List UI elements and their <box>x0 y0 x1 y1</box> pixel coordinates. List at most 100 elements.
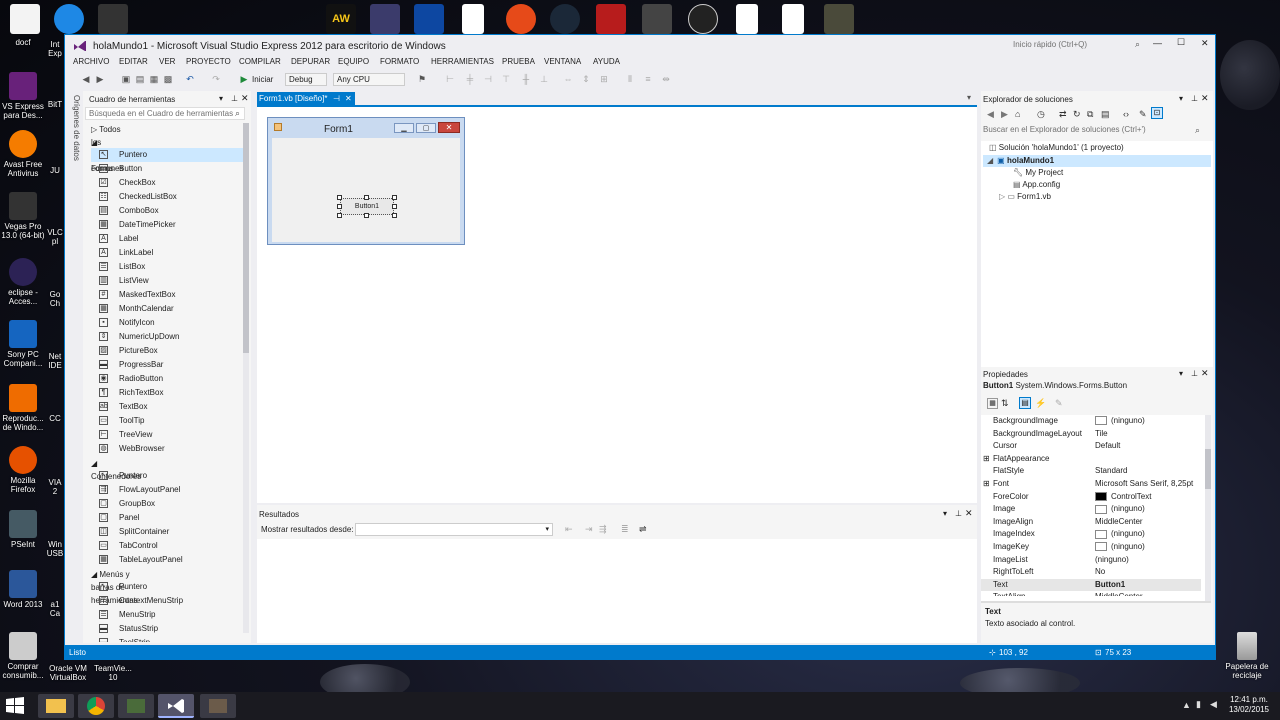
designer-surface[interactable]: Form1 ▁ ▢ ✕ Button1 <box>257 107 977 503</box>
property-value[interactable]: Default <box>1095 440 1120 452</box>
toolbox-item-listview[interactable]: ▥ ListView <box>91 274 243 288</box>
show-all-icon[interactable]: ▤ <box>1101 109 1110 120</box>
property-row-text[interactable]: Text Button1 <box>981 578 1201 591</box>
solution-search-input[interactable]: Buscar en el Explorador de soluciones (C… <box>983 125 1209 138</box>
dropdown-icon[interactable]: ▾ <box>967 93 971 102</box>
desktop-icon-via[interactable]: VIA 2 <box>46 478 64 496</box>
start-button[interactable]: Iniciar <box>252 75 273 84</box>
game-icon[interactable] <box>370 4 400 34</box>
redo-icon[interactable]: ↷ <box>211 74 221 84</box>
chevron-up-icon[interactable]: ▲ <box>1182 700 1191 710</box>
app-task[interactable] <box>200 694 236 718</box>
property-row-image[interactable]: Image (ninguno) <box>981 503 1201 515</box>
toolbox-item-puntero[interactable]: ↖ Puntero <box>91 148 243 162</box>
expand-icon[interactable]: ⊞ <box>983 453 990 465</box>
resize-handle[interactable] <box>337 195 342 200</box>
output-source-dropdown[interactable]: ▾ <box>355 523 553 536</box>
clear-all-icon[interactable]: ≣ <box>621 524 629 535</box>
go-to-previous-icon[interactable]: ⇤ <box>565 524 573 535</box>
minimize-button[interactable]: — <box>1153 38 1162 48</box>
property-value[interactable]: No <box>1095 566 1105 578</box>
desktop-icon-ie[interactable]: Int Exp <box>46 40 64 58</box>
property-row-flatstyle[interactable]: FlatStyle Standard <box>981 465 1201 477</box>
toolbox-item-statusstrip[interactable]: ▬ StatusStrip <box>91 622 243 636</box>
close-icon[interactable]: ✕ <box>345 92 352 105</box>
scrollbar-thumb[interactable] <box>243 123 249 353</box>
resize-handle[interactable] <box>392 213 397 218</box>
desktop-icon-sony[interactable]: Sony PC Compani... <box>0 320 46 368</box>
toolbox-item-splitcontainer[interactable]: ◫ SplitContainer <box>91 525 243 539</box>
toolbox-item-datetimepicker[interactable]: ▦ DateTimePicker <box>91 218 243 232</box>
back-icon[interactable]: ◀ <box>987 109 994 120</box>
desktop-icon-winusb[interactable]: Win USB <box>46 540 64 558</box>
alphabetical-icon[interactable]: ⇅ <box>1001 398 1009 409</box>
find-icon[interactable]: ⚑ <box>417 74 427 84</box>
clock[interactable]: 12:41 p.m. 13/02/2015 <box>1224 695 1274 715</box>
desktop-icon-firefox[interactable]: Mozilla Firefox <box>0 446 46 494</box>
same-size-icon[interactable]: ⇔ <box>563 74 573 84</box>
origin-icon[interactable] <box>506 4 536 34</box>
watchdogs-icon[interactable] <box>688 4 718 34</box>
save-icon[interactable]: ▦ <box>149 74 159 84</box>
pin-icon[interactable]: ⊣ <box>333 92 340 105</box>
form-client-area[interactable]: Button1 <box>272 138 460 242</box>
document-icon[interactable] <box>462 4 484 34</box>
center-icon[interactable]: ⇹ <box>661 74 671 84</box>
menu-prueba[interactable]: PRUEBA <box>502 57 535 66</box>
document-icon[interactable] <box>10 4 40 34</box>
close-icon[interactable]: ✕ <box>241 93 249 104</box>
property-value[interactable]: MiddleCenter <box>1095 591 1143 596</box>
resize-handle[interactable] <box>392 195 397 200</box>
events-icon[interactable]: ⚡ <box>1035 398 1046 409</box>
configuration-dropdown[interactable]: Debug <box>285 73 327 86</box>
collapse-icon[interactable]: ⧉ <box>1087 109 1093 120</box>
desktop-icon-pseint[interactable]: PSeInt <box>0 510 46 549</box>
desktop-icon-teamviewer[interactable]: TeamVie... 10 <box>90 664 136 682</box>
align-right-icon[interactable]: ⊣ <box>483 74 493 84</box>
pin-icon[interactable]: ⊥ <box>1191 369 1198 378</box>
view-designer-icon[interactable]: ⊡ <box>1151 107 1163 119</box>
toolbox-item-webbrowser[interactable]: ◍ WebBrowser <box>91 442 243 456</box>
forward-icon[interactable]: ▶ <box>1001 109 1008 120</box>
menu-ventana[interactable]: VENTANA <box>544 57 581 66</box>
dropdown-icon[interactable]: ▾ <box>943 509 947 518</box>
menu-ayuda[interactable]: AYUDA <box>593 57 620 66</box>
menu-compilar[interactable]: COMPILAR <box>239 57 281 66</box>
quick-launch-input[interactable]: Inicio rápido (Ctrl+Q) <box>1013 40 1143 52</box>
toolbox-item-puntero[interactable]: ↖ Puntero <box>91 469 243 483</box>
resize-handle[interactable] <box>364 213 369 218</box>
toolbox-item-groupbox[interactable]: ▢ GroupBox <box>91 497 243 511</box>
dropdown-icon[interactable]: ▾ <box>219 94 223 103</box>
desktop-icon-word[interactable]: Word 2013 <box>0 570 46 609</box>
file-explorer-task[interactable] <box>38 694 74 718</box>
toolbox-item-treeview[interactable]: ⊢ TreeView <box>91 428 243 442</box>
hp-icon[interactable] <box>98 4 128 34</box>
property-value[interactable]: Button1 <box>1095 579 1125 591</box>
document-icon[interactable] <box>736 4 758 34</box>
property-value[interactable]: (ninguno) <box>1095 415 1145 427</box>
desktop-icon-vegas[interactable]: Vegas Pro 13.0 (64-bit) <box>0 192 46 240</box>
toolbox-item-checkbox[interactable]: ☑ CheckBox <box>91 176 243 190</box>
app-task[interactable] <box>118 694 154 718</box>
new-project-icon[interactable]: ▣ <box>121 74 131 84</box>
pes-icon[interactable] <box>414 4 444 34</box>
properties-icon[interactable]: ✎ <box>1139 109 1147 120</box>
title-bar[interactable]: holaMundo1 - Microsoft Visual Studio Exp… <box>65 35 1215 57</box>
align-left-icon[interactable]: ⊢ <box>445 74 455 84</box>
property-value[interactable]: MiddleCenter <box>1095 516 1143 528</box>
desktop-icon-media-player[interactable]: Reproduc... de Windo... <box>0 384 46 432</box>
property-value[interactable]: (ninguno) <box>1095 541 1145 553</box>
toolbox-category[interactable]: ▷ Todos los Windows Forms <box>91 123 123 173</box>
game-icon[interactable]: AW <box>326 4 356 34</box>
toolbox-item-maskedtextbox[interactable]: # MaskedTextBox <box>91 288 243 302</box>
toolbox-item-listbox[interactable]: ☰ ListBox <box>91 260 243 274</box>
toolbox-item-numericupdown[interactable]: ⇕ NumericUpDown <box>91 330 243 344</box>
open-icon[interactable]: ▤ <box>135 74 145 84</box>
property-row-flatappearance[interactable]: ⊞ FlatAppearance <box>981 453 1201 465</box>
maximize-button[interactable]: ☐ <box>1177 37 1185 48</box>
history-icon[interactable]: ◷ <box>1037 109 1045 120</box>
document-icon[interactable] <box>782 4 804 34</box>
close-icon[interactable]: ✕ <box>1201 93 1209 104</box>
property-scrollbar[interactable] <box>1205 415 1211 601</box>
desktop-icon-recycle-bin[interactable]: Papelera de reciclaje <box>1222 632 1272 680</box>
